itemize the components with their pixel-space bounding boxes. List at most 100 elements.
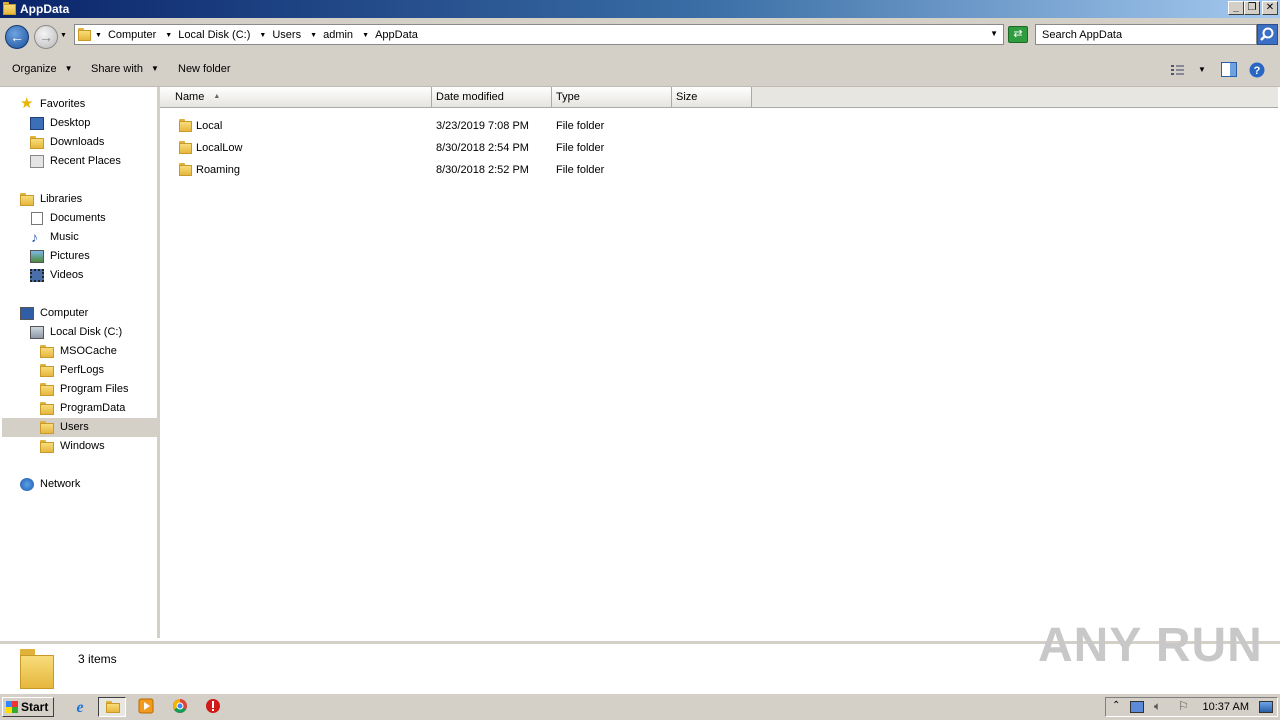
item-count: 3 items xyxy=(78,652,117,666)
folder-icon xyxy=(179,163,192,176)
column-header-size[interactable]: Size xyxy=(672,87,752,107)
music-icon: ♪ xyxy=(31,229,38,245)
file-type: File folder xyxy=(556,142,605,154)
search-input[interactable] xyxy=(1036,25,1248,44)
folder-icon xyxy=(40,421,54,434)
organize-button[interactable]: Organize ▼ xyxy=(12,63,73,75)
address-history-dropdown-icon[interactable]: ▼ xyxy=(990,29,998,38)
nav-network-label: Network xyxy=(40,478,81,490)
breadcrumb-admin[interactable]: admin xyxy=(323,29,353,41)
search-button[interactable] xyxy=(1257,24,1278,45)
start-button[interactable]: Start xyxy=(2,697,54,717)
system-tray: ⌃ 🔈︎ ⚐ 10:37 AM xyxy=(1105,697,1278,717)
file-name: Roaming xyxy=(196,164,241,176)
nav-item-label: PerfLogs xyxy=(60,364,105,376)
nav-item-label: Music xyxy=(50,231,79,243)
breadcrumb-appdata[interactable]: AppData xyxy=(375,29,418,41)
file-name: LocalLow xyxy=(196,142,243,154)
details-pane: 3 items ANY RUN xyxy=(0,619,1280,691)
maximize-button[interactable]: ❐ xyxy=(1244,1,1260,15)
forward-button[interactable]: → xyxy=(34,25,58,49)
minimize-button[interactable]: _ xyxy=(1228,1,1244,15)
new-folder-button[interactable]: New folder xyxy=(178,63,231,75)
breadcrumb-computer[interactable]: Computer xyxy=(108,29,156,41)
nav-item-label: Windows xyxy=(60,440,105,452)
table-row[interactable]: Roaming 8/30/2018 2:52 PM File folder xyxy=(160,159,1278,181)
chevron-down-icon[interactable]: ▼ xyxy=(310,32,317,39)
column-header-label: Name xyxy=(175,91,205,103)
taskbar-chrome[interactable] xyxy=(167,697,195,717)
arrow-right-icon: → xyxy=(39,29,53,45)
drive-icon xyxy=(30,326,44,339)
computer-icon xyxy=(20,307,34,320)
nav-item-label: Downloads xyxy=(50,136,105,148)
help-button[interactable]: ? xyxy=(1249,62,1265,81)
show-desktop-icon[interactable] xyxy=(1259,701,1273,713)
watermark: ANY RUN xyxy=(1038,619,1263,672)
file-type: File folder xyxy=(556,164,605,176)
back-button[interactable]: ← xyxy=(5,25,29,49)
file-date: 3/23/2019 7:08 PM xyxy=(436,120,529,132)
column-header-date-modified[interactable]: Date modified xyxy=(432,87,552,107)
network-status-icon[interactable] xyxy=(1130,701,1144,713)
help-icon: ? xyxy=(1249,62,1265,78)
sort-ascending-icon: ▲ xyxy=(213,93,221,100)
view-dropdown-icon[interactable]: ▼ xyxy=(1198,65,1206,74)
column-header-type[interactable]: Type xyxy=(552,87,672,107)
action-center-flag-icon[interactable]: ⚐ xyxy=(1178,699,1189,713)
breadcrumb-local-disk[interactable]: Local Disk (C:) xyxy=(178,29,250,41)
navigation-pane[interactable]: ★ Favorites Desktop Downloads Recent Pla… xyxy=(0,87,160,638)
recent-pages-dropdown-icon[interactable]: ▼ xyxy=(60,32,67,39)
view-options-button[interactable] xyxy=(1170,63,1186,80)
search-box[interactable] xyxy=(1035,24,1257,45)
arrow-left-icon: ← xyxy=(10,29,24,45)
chevron-down-icon[interactable]: ▼ xyxy=(95,32,102,39)
stop-sign-icon xyxy=(206,699,220,713)
nav-item-label: MSOCache xyxy=(60,345,117,357)
nav-item-label: Recent Places xyxy=(50,155,121,167)
file-name: Local xyxy=(196,120,223,132)
chevron-down-icon[interactable]: ▼ xyxy=(165,32,172,39)
preview-pane-button[interactable] xyxy=(1221,62,1237,80)
documents-icon xyxy=(31,212,43,225)
address-row: ← → ▼ ▼ Computer ▼ Local Disk (C:) ▼ Users … xyxy=(0,18,1280,54)
close-button[interactable]: ✕ xyxy=(1262,1,1278,15)
pictures-icon xyxy=(30,250,44,263)
nav-libraries-label: Libraries xyxy=(40,193,83,205)
downloads-icon xyxy=(30,136,44,149)
chevron-down-icon: ▼ xyxy=(64,64,73,73)
folder-icon xyxy=(179,119,192,132)
chevron-down-icon[interactable]: ▼ xyxy=(259,32,266,39)
breadcrumb: ▼ Computer ▼ Local Disk (C:) ▼ Users ▼ admin… xyxy=(95,29,424,41)
taskbar-media-player[interactable] xyxy=(133,697,161,717)
breadcrumb-users[interactable]: Users xyxy=(272,29,301,41)
taskbar-antivirus[interactable] xyxy=(200,697,228,717)
chevron-down-icon[interactable]: ▼ xyxy=(362,32,369,39)
window-title: AppData xyxy=(20,2,70,16)
show-hidden-icons-icon[interactable]: ⌃ xyxy=(1112,700,1120,711)
nav-item-label: Documents xyxy=(50,212,106,224)
column-header-name[interactable]: Name ▲ xyxy=(160,87,432,107)
refresh-button[interactable]: ⇄ xyxy=(1008,26,1028,43)
share-with-label: Share with xyxy=(91,63,143,75)
nav-item-users[interactable]: Users xyxy=(2,418,157,437)
folder-icon xyxy=(20,649,54,689)
taskbar-explorer[interactable] xyxy=(98,697,126,717)
nav-computer-label: Computer xyxy=(40,307,89,319)
taskbar-internet-explorer[interactable]: e xyxy=(67,697,95,717)
clock[interactable]: 10:37 AM xyxy=(1203,701,1249,713)
nav-item-label: Videos xyxy=(50,269,84,281)
address-bar[interactable]: ▼ Computer ▼ Local Disk (C:) ▼ Users ▼ admin… xyxy=(74,24,1004,45)
nav-item-label: Pictures xyxy=(50,250,90,262)
share-with-button[interactable]: Share with ▼ xyxy=(91,63,159,75)
chevron-down-icon: ▼ xyxy=(150,64,159,73)
table-row[interactable]: LocalLow 8/30/2018 2:54 PM File folder xyxy=(160,137,1278,159)
folder-icon xyxy=(78,28,91,41)
file-list[interactable]: Name ▲ Date modified Type Size Local 3/2… xyxy=(160,87,1280,638)
title-bar[interactable]: AppData _ ❐ ✕ xyxy=(0,0,1280,18)
media-player-icon xyxy=(138,698,154,714)
table-row[interactable]: Local 3/23/2019 7:08 PM File folder xyxy=(160,115,1278,137)
volume-icon[interactable]: 🔈︎ xyxy=(1154,699,1161,714)
folder-icon xyxy=(40,440,54,453)
windows-logo-icon xyxy=(6,701,18,713)
